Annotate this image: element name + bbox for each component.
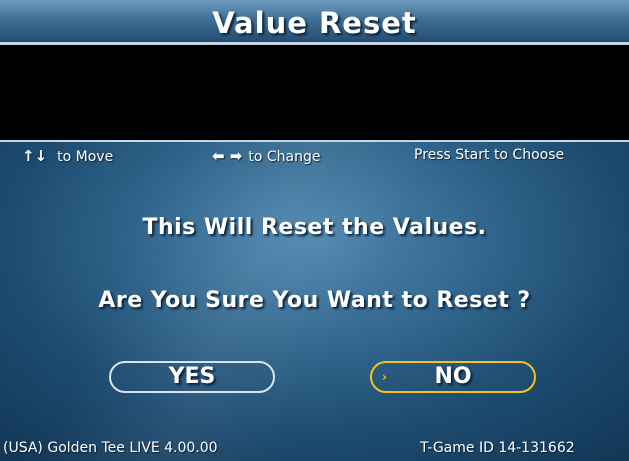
hint-choose: Press Start to Choose [414, 147, 565, 163]
control-hints: ↑↓ to Move ⬅ ➡ to Change Press Start to Ch… [0, 142, 629, 170]
screen: Value Reset ↑↓ to Move ⬅ ➡ to Change Press… [0, 0, 629, 461]
hint-move-label: to Move [57, 149, 114, 165]
page-title: Value Reset [212, 6, 417, 40]
confirm-message-line2: Are You Sure You Want to Reset ? [98, 288, 531, 313]
yes-button[interactable]: YES [109, 361, 275, 393]
hint-move: ↑↓ to Move [22, 147, 113, 165]
confirm-message-line1: This Will Reset the Values. [142, 215, 487, 240]
no-button[interactable]: › NO [370, 361, 536, 393]
yes-button-label: YES [168, 364, 216, 389]
left-right-arrows-icon: ⬅ ➡ [212, 147, 243, 165]
no-button-label: NO [434, 364, 472, 389]
info-panel [0, 45, 629, 142]
title-bar: Value Reset [0, 0, 629, 45]
up-down-arrows-icon: ↑↓ [22, 147, 48, 165]
right-triangle-icon: › [382, 370, 387, 384]
hint-change: ⬅ ➡ to Change [212, 147, 320, 165]
version-label: (USA) Golden Tee LIVE 4.00.00 [3, 440, 218, 456]
game-id-label: T-Game ID 14-131662 [420, 440, 575, 456]
hint-change-label: to Change [248, 149, 321, 165]
